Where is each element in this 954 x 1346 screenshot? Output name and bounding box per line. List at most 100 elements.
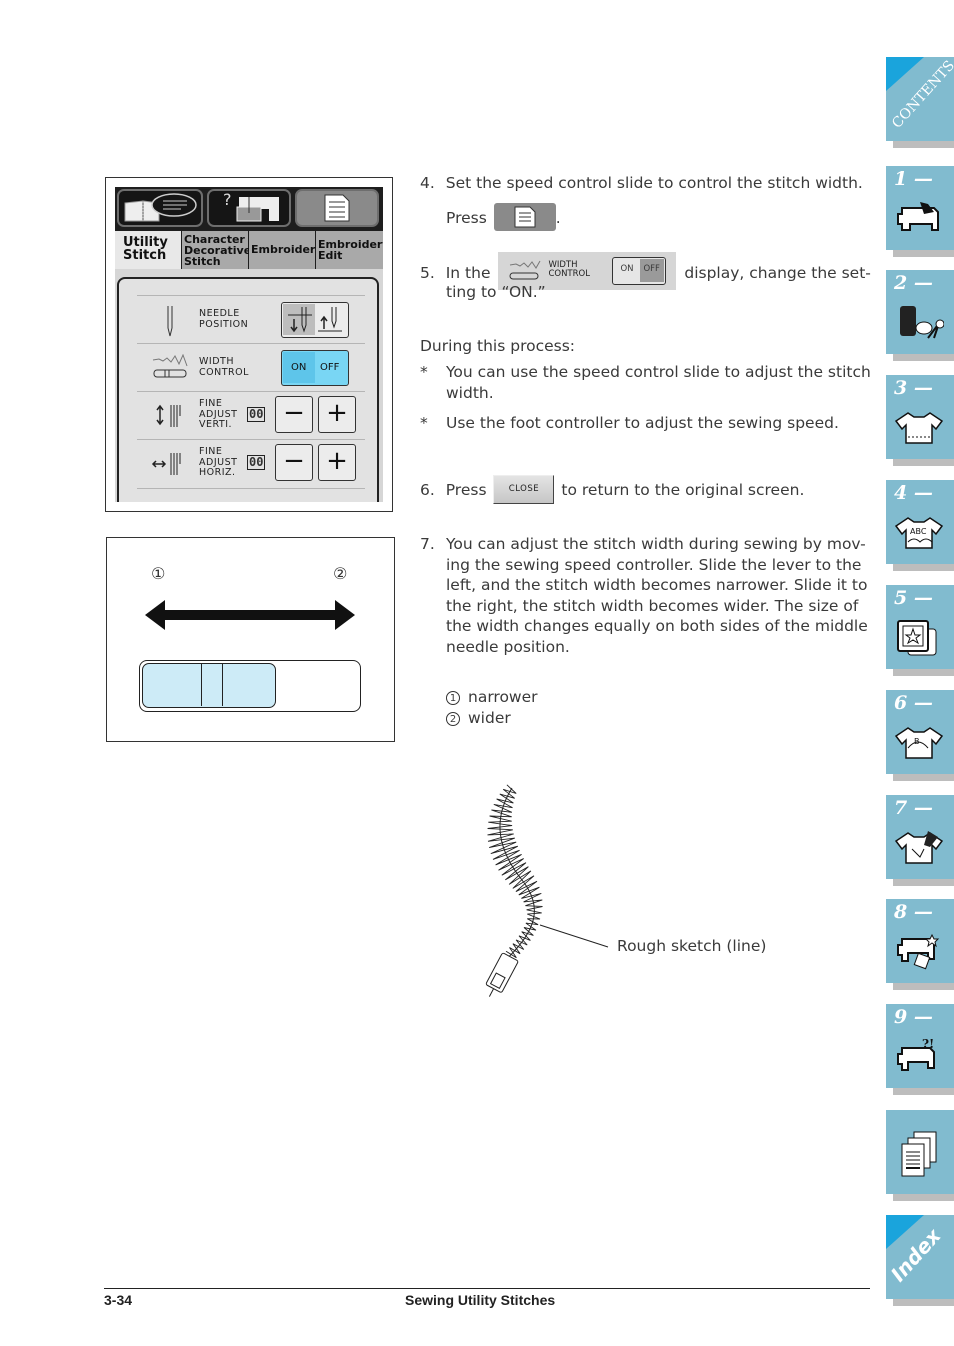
step-text-line: You can adjust the stitch width during s… — [446, 535, 866, 553]
tab-character-decorative-stitch[interactable]: Character Decorative Stitch — [182, 231, 251, 269]
step-5-continuation: ting to “ON.” — [446, 283, 546, 301]
width-control-label: WIDTH CONTROL — [199, 356, 249, 378]
tab-shadow — [893, 1299, 954, 1306]
off-option[interactable]: OFF — [320, 362, 339, 373]
sidebar-chapter-1-tab[interactable]: 1 — — [886, 166, 954, 250]
fine-adjust-vertical-label: FINE ADJUST VERTI. — [199, 398, 238, 430]
sidebar-contents-tab[interactable]: CONTENTS — [886, 57, 954, 141]
slider-figure: ① ② — [106, 537, 395, 742]
tab-utility-stitch[interactable]: Utility Stitch — [115, 231, 181, 269]
needle-position-label: NEEDLE POSITION — [199, 308, 249, 330]
during-heading: During this process: — [420, 337, 576, 355]
bullet-2: * Use the foot controller to adjust the … — [420, 413, 880, 434]
width-control-row: WIDTH CONTROL ON OFF — [137, 343, 365, 392]
documents-icon — [901, 1131, 937, 1177]
width-control-icon — [152, 354, 188, 378]
sidebar-chapter-6-tab[interactable]: 6 — B — [886, 690, 954, 774]
help-book-icon — [124, 193, 197, 222]
step-6: 6. Press CLOSE to return to the original… — [420, 475, 880, 505]
zigzag-stitches — [487, 784, 543, 959]
needle-position-toggle[interactable] — [281, 302, 349, 338]
chapter-number: 1 — — [894, 168, 933, 190]
lcd-screen-figure: ? Utility Stitch Character Decorative St… — [105, 177, 393, 512]
press-text: Press — [445, 481, 487, 499]
step-text-line: left, and the stitch width becomes narro… — [446, 576, 868, 594]
lcd-top-bar: ? — [115, 187, 383, 237]
settings-list-icon — [324, 194, 350, 222]
svg-text:ABC: ABC — [910, 527, 927, 536]
sidebar-chapter-2-tab[interactable]: 2 — — [886, 270, 954, 354]
on-off-toggle: ON OFF — [612, 257, 667, 285]
shirt-abc-icon: ABC — [894, 517, 944, 549]
sidebar-chapter-5-tab[interactable]: 5 — — [886, 585, 954, 669]
help-book-button[interactable] — [117, 189, 203, 227]
on-option[interactable]: ON — [291, 362, 306, 373]
legend-text: wider — [468, 708, 511, 727]
machine-help-icon: ? — [223, 190, 279, 222]
tab-shadow — [893, 879, 954, 886]
chapter-number: 6 — — [894, 692, 933, 714]
step-text: to return to the original screen. — [561, 481, 805, 499]
thread-spool-scissors-icon — [900, 306, 944, 339]
lcd-screen: ? Utility Stitch Character Decorative St… — [115, 187, 383, 502]
settings-button[interactable] — [295, 189, 379, 227]
shirt-edit-icon: B — [894, 727, 944, 759]
legend-mark: 1 — [446, 691, 460, 705]
width-control-on-off-toggle[interactable]: ON OFF — [281, 350, 349, 386]
caption-leader-line — [539, 924, 609, 948]
sidebar-appendix-tab[interactable] — [886, 1110, 954, 1194]
vertical-adjust-value: 00 — [247, 407, 266, 422]
tab-label: Stitch — [123, 248, 167, 263]
marker-narrower: ① — [151, 564, 166, 583]
sidebar-chapter-4-tab[interactable]: 4 — ABC — [886, 480, 954, 564]
legend-item-wider: 2 wider — [446, 708, 538, 729]
tab-shadow — [893, 1088, 954, 1095]
fine-adjust-vertical-row: FINE ADJUST VERTI. 00 − + — [137, 391, 365, 440]
vertical-minus-button[interactable]: − — [275, 396, 313, 433]
speed-control-slider-track — [139, 660, 361, 712]
step-text-line: needle position. — [446, 637, 570, 656]
tab-shadow — [893, 983, 954, 990]
presser-foot-icon — [485, 952, 519, 997]
machine-care-icon — [897, 933, 940, 970]
lever-grip — [201, 664, 223, 706]
sidebar-chapter-7-tab[interactable]: 7 — — [886, 795, 954, 879]
sidebar-chapter-9-tab[interactable]: 9 —?! — [886, 1004, 954, 1088]
horizontal-minus-button[interactable]: − — [275, 444, 313, 481]
needle-down-up-icon — [288, 307, 342, 333]
chapter-number: 8 — — [894, 901, 933, 923]
step-7: 7. You can adjust the stitch width durin… — [420, 534, 880, 657]
tab-shadow — [893, 141, 954, 148]
step-text: In the — [445, 263, 491, 282]
chapter-number: 7 — — [894, 797, 933, 819]
zigzag-stitch-sketch — [485, 784, 609, 997]
shirt-stitch-icon — [894, 412, 944, 444]
sidebar-index-tab[interactable]: Index — [886, 1215, 954, 1299]
tab-shadow — [893, 459, 954, 466]
speed-control-slider-lever[interactable] — [142, 663, 276, 708]
sidebar-chapter-3-tab[interactable]: 3 — — [886, 375, 954, 459]
step-number: 6. — [420, 481, 435, 499]
step-text-line: the right, the stitch width becomes wide… — [446, 596, 859, 615]
bullet-1: * You can use the speed control slide to… — [420, 362, 880, 403]
step-4-press: Press . — [446, 203, 561, 232]
horizontal-plus-button[interactable]: + — [318, 444, 356, 481]
step-number: 7. — [420, 535, 435, 553]
embroidery-frame-icon — [897, 620, 937, 656]
double-arrow-icon — [145, 600, 355, 630]
sewing-machine-hand-icon — [897, 202, 939, 231]
tab-label: Edit — [318, 249, 343, 262]
needle-icon — [167, 306, 173, 337]
press-text: Press — [446, 208, 487, 227]
zigzag-line — [487, 784, 543, 959]
sidebar-chapter-8-tab[interactable]: 8 — — [886, 899, 954, 983]
step-text: Set the speed control slide to control t… — [445, 174, 863, 192]
sketch-caption: Rough sketch (line) — [617, 937, 767, 955]
vertical-plus-button[interactable]: + — [318, 396, 356, 433]
machine-help-button[interactable]: ? — [207, 189, 291, 227]
tab-embroidery[interactable]: Embroidery — [249, 231, 323, 269]
legend-mark: 2 — [446, 711, 460, 726]
contents-corner-icon: CONTENTS — [886, 57, 954, 132]
tab-embroidery-edit[interactable]: Embroidery Edit — [316, 231, 383, 269]
off-option: OFF — [643, 264, 660, 274]
